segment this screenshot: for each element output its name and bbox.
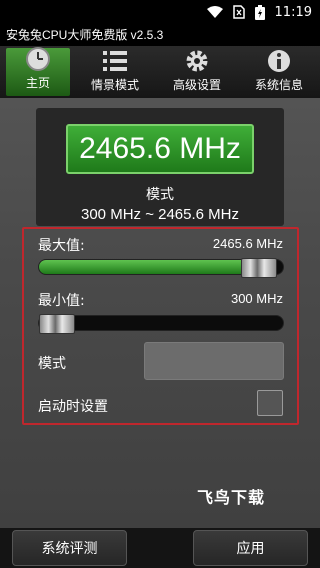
clock-icon <box>25 46 51 72</box>
apply-button[interactable]: 应用 <box>193 530 308 566</box>
tab-sysinfo[interactable]: 系统信息 <box>238 46 320 98</box>
wifi-icon <box>206 6 223 18</box>
frequency-range: 300 MHz ~ 2465.6 MHz <box>81 206 239 223</box>
tab-home-label: 主页 <box>25 76 50 90</box>
min-value: 300 MHz <box>230 291 283 306</box>
mode-select[interactable] <box>144 342 284 380</box>
max-value: 2465.6 MHz <box>212 236 283 251</box>
boot-label: 启动时设置 <box>38 399 108 415</box>
bottom-bar: 系统评测 应用 <box>0 528 320 568</box>
main-panel: 2465.6 MHz 模式 300 MHz ~ 2465.6 MHz 最大值: … <box>0 98 320 528</box>
settings-box: 最大值: 2465.6 MHz 最小值: 300 MHz 模式 启动时设置 <box>22 227 299 425</box>
max-label: 最大值: <box>38 238 85 254</box>
current-frequency: 2465.6 MHz <box>66 124 254 174</box>
tab-profiles[interactable]: 情景模式 <box>74 46 156 98</box>
tab-home[interactable]: 主页 <box>6 46 70 96</box>
app-title: 安兔兔CPU大师免费版 v2.5.3 <box>0 24 320 46</box>
tab-advanced[interactable]: 高级设置 <box>156 46 238 98</box>
tab-sysinfo-label: 系统信息 <box>254 78 303 92</box>
watermark: 飞鸟下载 <box>197 488 266 507</box>
list-icon <box>102 48 128 74</box>
status-bar: 11:19 <box>0 0 320 24</box>
benchmark-button[interactable]: 系统评测 <box>12 530 127 566</box>
main-tabs: 主页 情景模式 高级设置 系统信息 <box>0 46 320 98</box>
gear-icon <box>184 48 210 74</box>
frequency-panel: 2465.6 MHz 模式 300 MHz ~ 2465.6 MHz <box>36 108 284 226</box>
mode-label: 模式 <box>38 356 66 372</box>
info-icon <box>266 48 292 74</box>
max-slider-thumb[interactable] <box>241 258 277 278</box>
tab-advanced-label: 高级设置 <box>172 78 221 92</box>
tab-profiles-label: 情景模式 <box>90 78 139 92</box>
no-sim-icon <box>232 5 245 19</box>
status-time: 11:19 <box>274 4 312 20</box>
frequency-mode-label: 模式 <box>146 187 174 203</box>
min-slider[interactable] <box>38 314 284 334</box>
min-slider-thumb[interactable] <box>39 314 75 334</box>
min-label: 最小值: <box>38 293 85 309</box>
max-slider-fill <box>39 260 259 274</box>
battery-charging-icon <box>254 4 265 20</box>
max-slider[interactable] <box>38 258 284 278</box>
boot-checkbox[interactable] <box>257 390 283 416</box>
